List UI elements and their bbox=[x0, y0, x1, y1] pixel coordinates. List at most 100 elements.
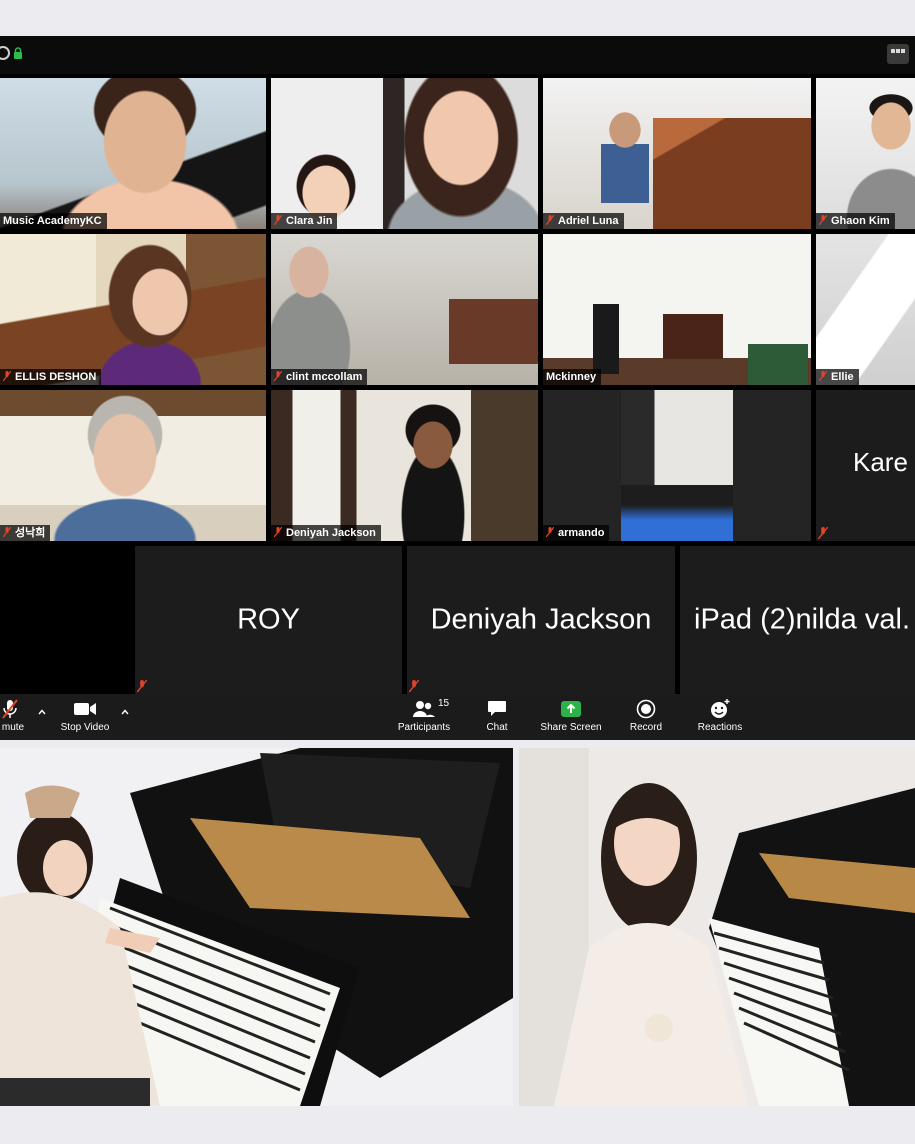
video-tile[interactable]: Ghaon Kim bbox=[816, 78, 915, 229]
meeting-toolbar: mute Stop Video 15 Participants Chat Sha… bbox=[0, 694, 915, 740]
mic-muted-icon bbox=[3, 527, 11, 537]
participant-name-tag: Mckinney bbox=[543, 369, 602, 385]
mute-label: mute bbox=[1, 722, 25, 733]
participants-label: Participants bbox=[397, 722, 451, 733]
reactions-label: Reactions bbox=[697, 722, 743, 733]
participant-video bbox=[0, 234, 266, 385]
video-camera-icon bbox=[74, 703, 96, 715]
gallery-view-icon[interactable] bbox=[887, 44, 909, 64]
video-tile[interactable]: iPad (2)nilda val. bbox=[680, 546, 915, 694]
participant-name-tag: Ellie bbox=[816, 369, 859, 385]
participant-display-name: Kare bbox=[853, 447, 908, 477]
participant-name: Clara Jin bbox=[286, 215, 333, 227]
video-tile-active-speaker[interactable]: Mckinney bbox=[543, 234, 811, 385]
share-screen-label: Share Screen bbox=[540, 722, 602, 733]
record-button[interactable]: Record bbox=[626, 698, 666, 733]
participants-button[interactable]: 15 Participants bbox=[393, 698, 455, 733]
video-tile[interactable]: clint mccollam bbox=[271, 234, 538, 385]
mic-muted-icon bbox=[818, 527, 828, 539]
video-tile[interactable]: Deniyah Jackson bbox=[407, 546, 675, 694]
participant-video bbox=[271, 78, 538, 229]
zoom-meeting-window: Music AcademyKC Clara Jin Adriel Luna Gh… bbox=[0, 36, 915, 740]
participant-name-tag: Clara Jin bbox=[271, 213, 338, 229]
mic-muted-icon bbox=[819, 215, 827, 225]
chat-button[interactable]: Chat bbox=[480, 698, 514, 733]
participant-video bbox=[816, 78, 915, 229]
participant-name: armando bbox=[558, 527, 605, 539]
mic-muted-icon bbox=[274, 527, 282, 537]
smiley-icon bbox=[711, 699, 730, 718]
participant-name-tag: Deniyah Jackson bbox=[271, 525, 381, 541]
participant-name-tag: ELLIS DESHON bbox=[0, 369, 102, 385]
piano-photo-left bbox=[0, 748, 513, 1106]
participant-video bbox=[271, 390, 538, 541]
participant-name: Adriel Luna bbox=[558, 215, 619, 227]
record-icon bbox=[636, 699, 656, 719]
participant-video bbox=[271, 234, 538, 385]
stop-video-button[interactable]: Stop Video bbox=[56, 698, 114, 733]
participant-display-name: ROY bbox=[237, 603, 300, 636]
mic-muted-icon bbox=[274, 215, 282, 225]
bottom-margin bbox=[0, 1106, 915, 1144]
participant-name-tag: 성낙희 bbox=[0, 525, 51, 541]
top-margin bbox=[0, 0, 915, 36]
video-tile[interactable]: ROY bbox=[135, 546, 402, 694]
video-tile[interactable]: Music AcademyKC bbox=[0, 78, 266, 229]
participant-name: Music AcademyKC bbox=[3, 215, 102, 227]
participant-name-tag: Adriel Luna bbox=[543, 213, 624, 229]
participant-video bbox=[543, 234, 811, 385]
participant-name: Ellie bbox=[831, 371, 854, 383]
chevron-up-icon[interactable] bbox=[38, 708, 46, 716]
participant-name: Ghaon Kim bbox=[831, 215, 890, 227]
photo-girl-smiling-at-piano bbox=[519, 748, 915, 1106]
share-screen-button[interactable]: Share Screen bbox=[537, 698, 605, 733]
participant-video bbox=[816, 234, 915, 385]
stop-video-label: Stop Video bbox=[60, 722, 110, 733]
participants-icon bbox=[413, 701, 435, 717]
mic-muted-icon bbox=[546, 527, 554, 537]
share-screen-icon bbox=[561, 701, 581, 717]
participant-video bbox=[0, 78, 266, 229]
participant-name-tag: clint mccollam bbox=[271, 369, 368, 385]
participant-name: ELLIS DESHON bbox=[15, 371, 97, 383]
chat-label: Chat bbox=[486, 722, 508, 733]
lock-icon[interactable] bbox=[13, 47, 23, 59]
meeting-top-bar bbox=[0, 36, 915, 74]
piano-photo-right bbox=[519, 748, 915, 1106]
participant-video bbox=[543, 78, 811, 229]
microphone-icon bbox=[2, 699, 18, 719]
video-tile[interactable]: 성낙희 bbox=[0, 390, 266, 541]
video-tile[interactable]: Clara Jin bbox=[271, 78, 538, 229]
participant-name: clint mccollam bbox=[286, 371, 363, 383]
info-icon[interactable] bbox=[0, 46, 10, 60]
photo-girl-playing-piano bbox=[0, 748, 513, 1106]
participant-video bbox=[621, 390, 733, 541]
participant-display-name: Deniyah Jackson bbox=[430, 603, 652, 636]
chevron-up-icon[interactable] bbox=[121, 708, 129, 716]
record-label: Record bbox=[629, 722, 663, 733]
participant-name-tag: Ghaon Kim bbox=[816, 213, 895, 229]
participants-count: 15 bbox=[438, 698, 450, 709]
video-tile[interactable]: Ellie bbox=[816, 234, 915, 385]
participant-video bbox=[0, 390, 266, 541]
chat-bubble-icon bbox=[488, 701, 506, 716]
participant-display-name: iPad (2)nilda val. bbox=[694, 603, 910, 636]
mic-muted-icon bbox=[3, 371, 11, 381]
participant-name: 성낙희 bbox=[15, 527, 46, 539]
video-tile[interactable]: Adriel Luna bbox=[543, 78, 811, 229]
reactions-button[interactable]: Reactions bbox=[694, 698, 746, 733]
participant-name-tag: armando bbox=[543, 525, 610, 541]
video-tile[interactable]: armando bbox=[543, 390, 811, 541]
mic-muted-icon bbox=[409, 680, 419, 692]
participant-name: Deniyah Jackson bbox=[286, 527, 376, 539]
video-tile[interactable]: ELLIS DESHON bbox=[0, 234, 266, 385]
mute-button[interactable]: mute bbox=[0, 698, 30, 733]
participant-name: Mckinney bbox=[546, 371, 597, 383]
mic-muted-icon bbox=[137, 680, 147, 692]
mic-muted-icon bbox=[274, 371, 282, 381]
video-tile[interactable]: Kare bbox=[816, 390, 915, 541]
mic-muted-icon bbox=[546, 215, 554, 225]
participant-name-tag: Music AcademyKC bbox=[0, 213, 107, 229]
video-tile[interactable]: Deniyah Jackson bbox=[271, 390, 538, 541]
mic-muted-icon bbox=[819, 371, 827, 381]
